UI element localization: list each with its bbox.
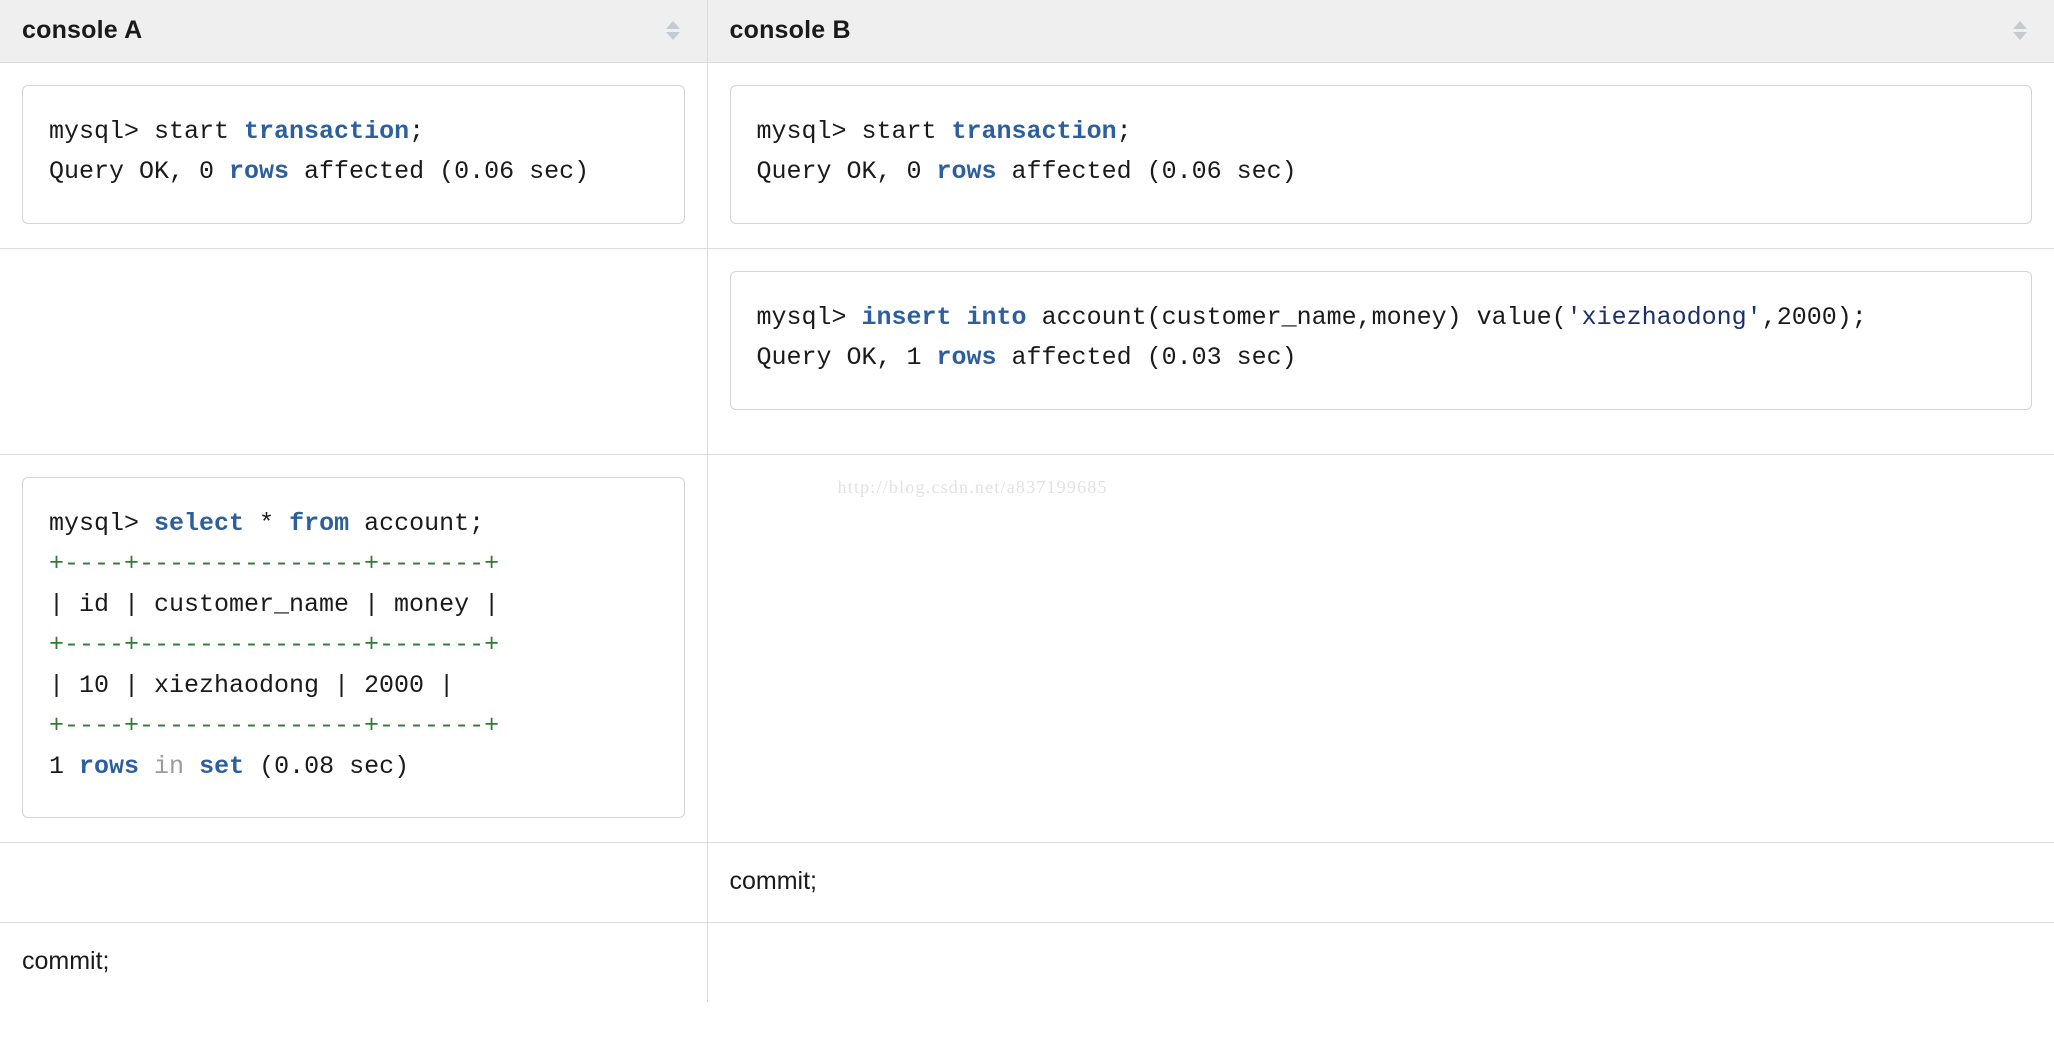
code-line: +----+---------------+-------+: [49, 630, 499, 659]
table-row: commit;: [0, 923, 2054, 1003]
column-header-label-a: console A: [22, 16, 142, 45]
column-header-console-a[interactable]: console A: [0, 0, 707, 62]
column-header-label-b: console B: [730, 16, 851, 45]
table-row: mysql> insert into account(customer_name…: [0, 248, 2054, 454]
code-line: | 10 | xiezhaodong | 2000 |: [49, 671, 454, 700]
code-line: mysql> start transaction;: [757, 117, 1132, 146]
sort-arrows-icon[interactable]: [665, 21, 681, 40]
commit-text-b: commit;: [708, 843, 2054, 922]
table-row: commit;: [0, 843, 2054, 923]
sort-descending-arrow-icon: [666, 32, 680, 40]
code-block-insert-b: mysql> insert into account(customer_name…: [730, 271, 2033, 410]
sort-arrows-icon[interactable]: [2012, 21, 2028, 40]
sort-ascending-arrow-icon: [666, 21, 680, 29]
column-header-console-b[interactable]: console B: [707, 0, 2054, 62]
code-block-select-a: mysql> select * from account; +----+----…: [22, 477, 685, 819]
code-line: mysql> select * from account;: [49, 509, 484, 538]
cell-console-a-select: mysql> select * from account; +----+----…: [0, 454, 707, 843]
code-line: +----+---------------+-------+: [49, 549, 499, 578]
code-block-start-transaction-b: mysql> start transaction; Query OK, 0 ro…: [730, 85, 2033, 224]
cell-console-a-empty-commit: [0, 843, 707, 923]
header-row: console A console B: [0, 0, 2054, 62]
code-block-start-transaction-a: mysql> start transaction; Query OK, 0 ro…: [22, 85, 685, 224]
cell-console-b-start-transaction: mysql> start transaction; Query OK, 0 ro…: [707, 62, 2054, 248]
table-header: console A console B: [0, 0, 2054, 62]
cell-console-a-commit: commit;: [0, 923, 707, 1003]
code-line: +----+---------------+-------+: [49, 711, 499, 740]
cell-console-a-start-transaction: mysql> start transaction; Query OK, 0 ro…: [0, 62, 707, 248]
code-line: Query OK, 0 rows affected (0.06 sec): [49, 157, 589, 186]
console-comparison-table: console A console B: [0, 0, 2054, 1002]
sort-descending-arrow-icon: [2013, 32, 2027, 40]
cell-console-b-watermark: http://blog.csdn.net/a837199685: [707, 454, 2054, 843]
code-line: Query OK, 1 rows affected (0.03 sec): [757, 343, 1297, 372]
cell-console-a-empty-insert: [0, 248, 707, 454]
watermark-text: http://blog.csdn.net/a837199685: [708, 455, 2054, 498]
code-line: 1 rows in set (0.08 sec): [49, 752, 409, 781]
cell-console-b-commit: commit;: [707, 843, 2054, 923]
cell-console-b-empty-commit: [707, 923, 2054, 1003]
table-row: mysql> start transaction; Query OK, 0 ro…: [0, 62, 2054, 248]
commit-text-a: commit;: [0, 923, 707, 1002]
sort-ascending-arrow-icon: [2013, 21, 2027, 29]
code-line: Query OK, 0 rows affected (0.06 sec): [757, 157, 1297, 186]
code-line: mysql> start transaction;: [49, 117, 424, 146]
cell-console-b-insert: mysql> insert into account(customer_name…: [707, 248, 2054, 454]
code-line: mysql> insert into account(customer_name…: [757, 303, 1867, 332]
code-line: | id | customer_name | money |: [49, 590, 499, 619]
table-row: mysql> select * from account; +----+----…: [0, 454, 2054, 843]
table-body: mysql> start transaction; Query OK, 0 ro…: [0, 62, 2054, 1002]
